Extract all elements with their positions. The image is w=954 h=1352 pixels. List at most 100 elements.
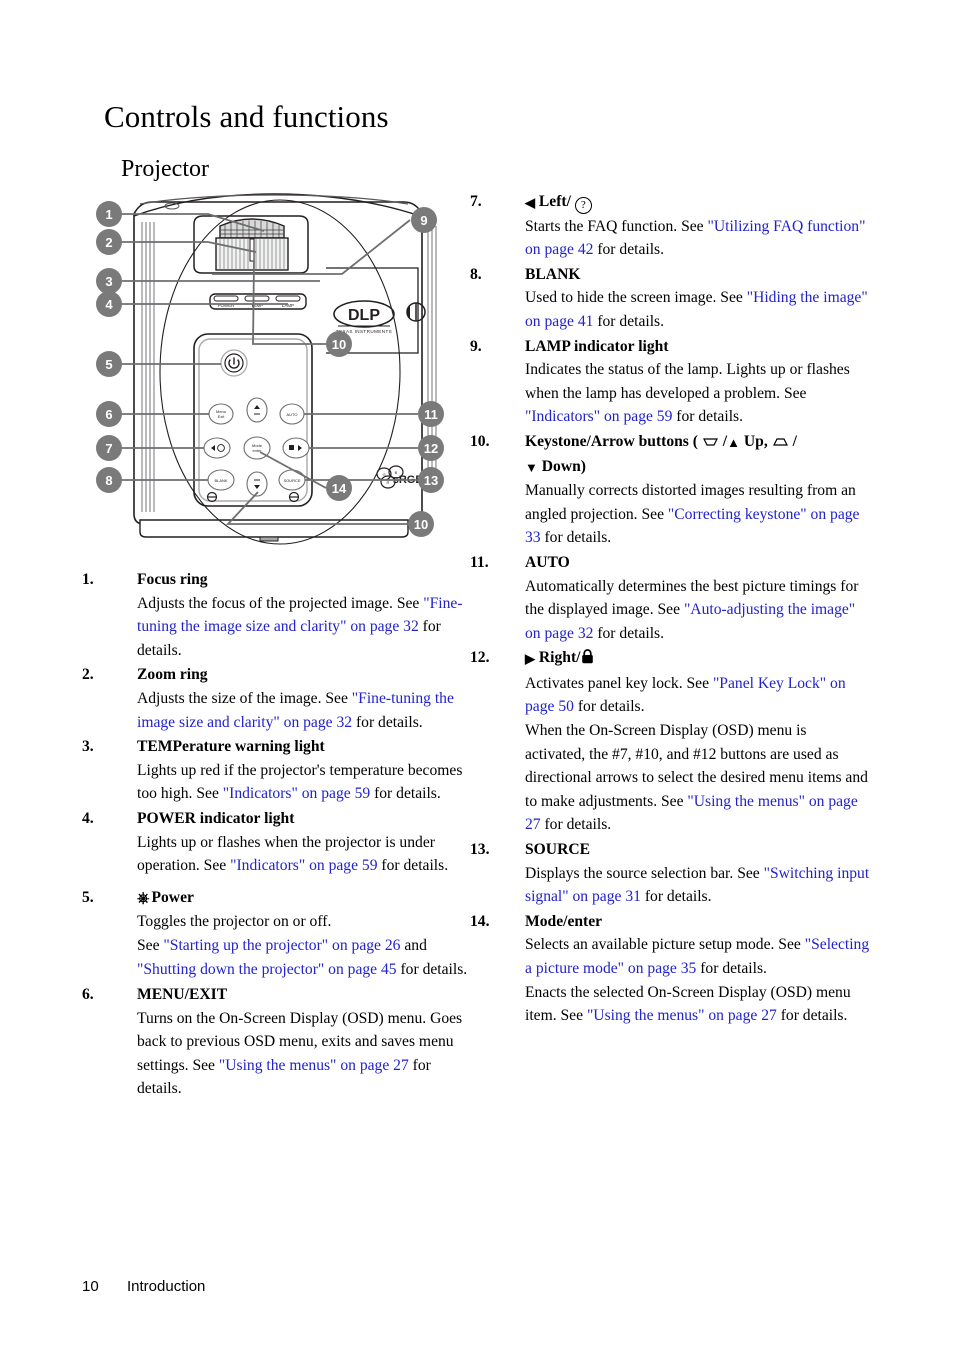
item-number: 2. — [82, 666, 94, 684]
keystone-down-icon — [702, 434, 722, 451]
page-subtitle: Projector — [121, 155, 209, 182]
list-item: 1. Focus ring Adjusts the focus of the p… — [82, 568, 474, 662]
item-description: Automatically determines the best pictur… — [525, 577, 859, 642]
power-icon: ⎈ — [137, 889, 150, 907]
cross-reference-link[interactable]: "Utilizing FAQ function" on page 42 — [525, 218, 865, 259]
item-term: AUTO — [525, 553, 570, 571]
item-description: Displays the source selection bar. See "… — [525, 864, 870, 906]
list-item: 10. Keystone/Arrow buttons ( / Up, / Dow… — [470, 430, 870, 550]
item-term: MENU/EXIT — [137, 986, 228, 1004]
item-description: Starts the FAQ function. See "Utilizing … — [525, 217, 866, 259]
item-number: 8. — [470, 265, 482, 283]
cross-reference-link[interactable]: "Indicators" on page 59 — [223, 785, 370, 802]
item-description: Lights up or flashes when the projector … — [137, 833, 449, 875]
item-number: 13. — [470, 841, 490, 859]
item-term: SOURCE — [525, 841, 590, 859]
item-number: 6. — [82, 986, 94, 1004]
svg-text:2: 2 — [105, 235, 112, 250]
svg-text:6: 6 — [105, 407, 112, 422]
item-number: 7. — [470, 193, 482, 210]
svg-text:13: 13 — [424, 473, 438, 488]
cross-reference-link[interactable]: "Fine-tuning the image size and clarity"… — [137, 595, 463, 636]
cross-reference-link[interactable]: "Indicators" on page 59 — [230, 857, 377, 874]
item-description: Adjusts the size of the image. See "Fine… — [137, 689, 454, 731]
list-item: 5. ⎈ Power Toggles the projector on or of… — [82, 886, 474, 981]
list-item: 14. Mode/enter Selects an available pict… — [470, 910, 870, 1028]
svg-text:11: 11 — [424, 407, 438, 422]
cross-reference-link[interactable]: "Using the menus" on page 27 — [587, 1007, 777, 1024]
cross-reference-link[interactable]: "Correcting keystone" on page 33 — [525, 506, 859, 547]
svg-text:5: 5 — [105, 357, 112, 372]
list-item: 9. LAMP indicator light Indicates the st… — [470, 335, 870, 429]
up-arrow-icon — [727, 431, 740, 455]
item-term: POWER indicator light — [137, 809, 295, 827]
svg-text:AUTO: AUTO — [286, 412, 297, 417]
svg-text:7: 7 — [105, 441, 112, 456]
cross-reference-link[interactable]: "Auto-adjusting the image" on page 32 — [525, 601, 855, 642]
item-number: 1. — [82, 571, 94, 588]
list-item: 3. TEMPerature warning light Lights up r… — [82, 735, 474, 806]
cross-reference-link[interactable]: "Starting up the projector" on page 26 — [163, 937, 400, 954]
item-number: 4. — [82, 809, 94, 827]
cross-reference-link[interactable]: "Shutting down the projector" on page 45 — [137, 961, 397, 978]
item-term: Zoom ring — [137, 666, 208, 684]
item-term: Mode/enter — [525, 912, 603, 930]
item-term: Focus ring — [137, 571, 208, 588]
svg-text:BLANK: BLANK — [214, 478, 227, 483]
lock-icon — [581, 648, 594, 672]
cross-reference-link[interactable]: "Using the menus" on page 27 — [219, 1057, 409, 1074]
item-number: 14. — [470, 912, 490, 930]
svg-text:G: G — [382, 472, 385, 477]
item-description-2: When the On-Screen Display (OSD) menu is… — [525, 722, 868, 834]
cross-reference-link[interactable]: "Indicators" on page 59 — [525, 408, 672, 425]
page-title: Controls and functions — [104, 98, 389, 134]
item-term: BLANK — [525, 265, 581, 283]
list-item: 4. POWER indicator light Lights up or fl… — [82, 807, 474, 878]
item-description-2: See "Starting up the projector" on page … — [137, 936, 468, 978]
svg-text:3: 3 — [105, 274, 112, 289]
item-description: Used to hide the screen image. See "Hidi… — [525, 289, 868, 330]
item-term: TEMPerature warning light — [137, 738, 325, 756]
svg-text:SOURCE: SOURCE — [283, 478, 300, 483]
item-description: Lights up red if the projector's tempera… — [137, 761, 463, 803]
svg-text:12: 12 — [424, 441, 438, 456]
cross-reference-link[interactable]: "Fine-tuning the image size and clarity"… — [137, 690, 454, 731]
svg-text:10: 10 — [414, 517, 428, 532]
item-number: 11. — [470, 553, 489, 571]
item-description: Selects an available picture setup mode.… — [525, 936, 870, 977]
cross-reference-link[interactable]: "Switching input signal" on page 31 — [525, 865, 869, 906]
right-list-column: 7. Left/ ? Starts the FAQ function. See … — [470, 190, 870, 1029]
list-item: 13. SOURCE Displays the source selection… — [470, 838, 870, 909]
item-number: 3. — [82, 738, 94, 756]
item-term: ⎈ Power — [137, 886, 474, 911]
svg-text:1: 1 — [105, 207, 112, 222]
item-description: Turns on the On-Screen Display (OSD) men… — [137, 1009, 463, 1098]
item-description-2: Enacts the selected On-Screen Display (O… — [525, 983, 851, 1025]
svg-text:10: 10 — [332, 337, 346, 352]
cross-reference-link[interactable]: "Hiding the image" on page 41 — [525, 289, 868, 330]
left-list-column: 1. Focus ring Adjusts the focus of the p… — [82, 568, 474, 1102]
svg-text:9: 9 — [420, 213, 427, 228]
item-number: 10. — [470, 432, 490, 450]
keystone-up-icon — [772, 434, 792, 451]
list-item: 12. Right/ Activates panel key lock. See… — [470, 646, 870, 837]
left-arrow-icon — [525, 191, 535, 215]
item-term: Right/ — [525, 646, 870, 672]
svg-text:DLP: DLP — [348, 307, 380, 324]
cross-reference-link[interactable]: "Selecting a picture mode" on page 35 — [525, 936, 869, 977]
list-item: 11. AUTO Automatically determines the be… — [470, 551, 870, 645]
item-number: 12. — [470, 649, 490, 667]
manual-page: Controls and functions Projector POWER T… — [0, 0, 954, 1352]
footer-section-name: Introduction — [127, 1278, 206, 1295]
item-term: Keystone/Arrow buttons ( / Up, / Down) — [525, 430, 870, 479]
right-arrow-icon — [525, 647, 535, 671]
cross-reference-link[interactable]: "Panel Key Lock" on page 50 — [525, 675, 846, 716]
list-item: 2. Zoom ring Adjusts the size of the ima… — [82, 663, 474, 734]
item-number: 9. — [470, 337, 482, 355]
svg-text:Exit: Exit — [218, 414, 226, 419]
cross-reference-link[interactable]: "Using the menus" on page 27 — [525, 793, 858, 834]
item-description: Activates panel key lock. See "Panel Key… — [525, 674, 846, 716]
item-description: Indicates the status of the lamp. Lights… — [525, 361, 850, 426]
svg-text:14: 14 — [332, 481, 347, 496]
page-footer: 10 Introduction — [82, 1278, 205, 1295]
